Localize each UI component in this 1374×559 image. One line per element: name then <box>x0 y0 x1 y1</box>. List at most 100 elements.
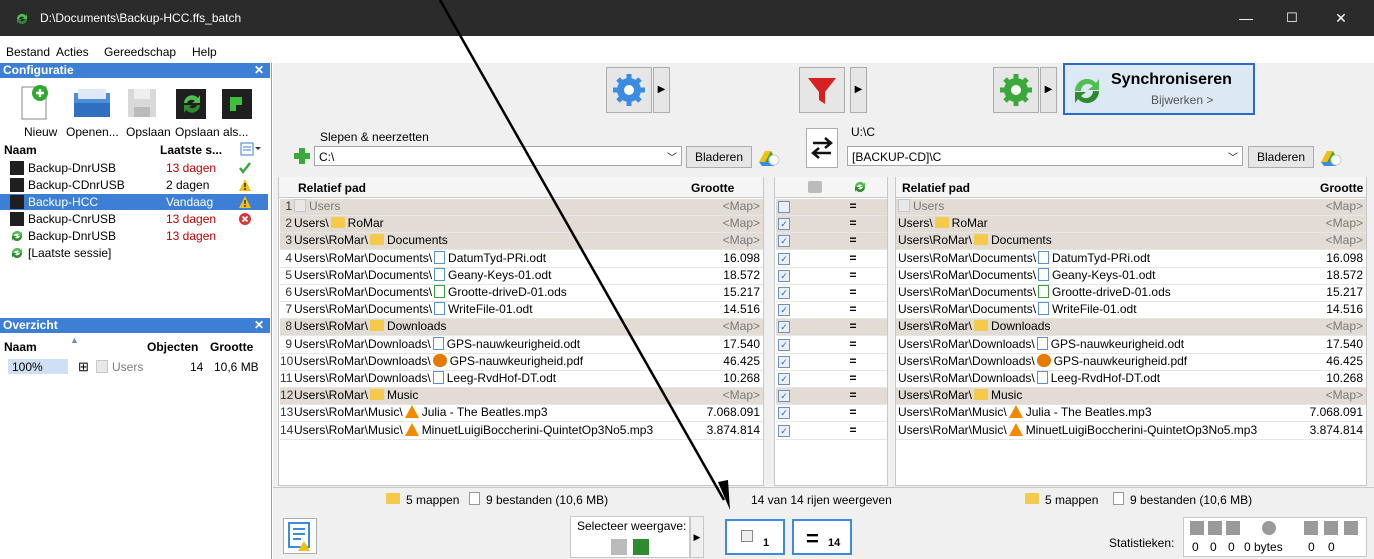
table-row[interactable]: Users\RoMar\Music\ Julia - The Beatles.mp… <box>896 405 1366 423</box>
row-checkbox[interactable]: ✓ <box>778 424 790 437</box>
view-dropdown-button[interactable]: ▶ <box>690 516 704 558</box>
table-row[interactable]: ✓ = <box>776 216 887 234</box>
chevron-down-icon[interactable]: ﹀ <box>1228 149 1238 164</box>
config-row[interactable]: Backup-CDnrUSB 2 dagen <box>0 177 268 193</box>
table-row[interactable]: 10 Users\RoMar\Downloads\ GPS-nauwkeurighe… <box>280 353 763 371</box>
right-cloud-drive-icon[interactable] <box>1318 146 1342 168</box>
left-col-size[interactable]: Grootte <box>691 181 734 195</box>
table-row[interactable]: ✓ = <box>776 354 887 371</box>
row-checkbox[interactable]: ✓ <box>778 407 790 420</box>
open-config-button[interactable] <box>70 83 116 123</box>
swap-sides-button[interactable] <box>806 128 838 168</box>
config-col-last-sync[interactable]: Laatste s... <box>160 143 222 157</box>
row-checkbox[interactable]: ✓ <box>778 373 790 385</box>
config-row[interactable]: Backup-DnrUSB 13 dagen <box>0 228 268 244</box>
table-row[interactable]: 6 Users\RoMar\Documents\ Grootte-driveD-01… <box>280 285 763 302</box>
right-col-size[interactable]: Grootte <box>1320 181 1363 195</box>
config-row-selected[interactable]: Backup-HCC Vandaag <box>0 194 268 210</box>
table-row[interactable]: ✓ = <box>776 337 887 354</box>
table-row[interactable]: Users\RoMar\Downloads\ GPS-nauwkeurigheid… <box>896 336 1366 354</box>
table-row[interactable]: ✓ = <box>776 319 887 337</box>
save-config-button[interactable] <box>122 83 168 123</box>
right-folder-input[interactable]: [BACKUP-CD]\C ﹀ <box>847 146 1243 166</box>
table-row[interactable]: Users <Map> <box>896 199 1366 216</box>
table-row[interactable]: ✓ = <box>776 423 887 440</box>
table-row[interactable]: 11 Users\RoMar\Downloads\ Leeg-RvdHof-DT.o… <box>280 371 763 388</box>
menu-help[interactable]: Help <box>192 45 217 59</box>
minimize-button[interactable]: — <box>1223 0 1269 36</box>
table-row[interactable]: 3 Users\RoMar\ Documents <Map> <box>280 233 763 251</box>
table-row[interactable]: 4 Users\RoMar\Documents\ DatumTyd-PRi.odt 1… <box>280 250 763 268</box>
table-row[interactable]: ✓ = <box>776 405 887 423</box>
sync-view-icon[interactable] <box>633 539 649 555</box>
row-checkbox[interactable]: ✓ <box>778 338 790 351</box>
table-row[interactable]: Users\RoMar\Documents\ Grootte-driveD-01.… <box>896 285 1366 302</box>
row-checkbox[interactable]: ✓ <box>778 355 790 368</box>
table-row[interactable]: 9 Users\RoMar\Downloads\ GPS-nauwkeurighei… <box>280 336 763 354</box>
filter-equal-exclude-button[interactable]: 1 <box>725 519 785 555</box>
table-row[interactable]: ✓ = <box>776 268 887 285</box>
left-col-path[interactable]: Relatief pad <box>298 181 366 195</box>
row-checkbox[interactable]: ✓ <box>778 321 790 334</box>
table-row[interactable]: ✓ = <box>776 302 887 320</box>
column-options-icon[interactable] <box>240 142 262 159</box>
table-row[interactable]: ✓ = <box>776 233 887 251</box>
synchronize-button[interactable]: Synchroniseren Bijwerken > <box>1063 63 1255 115</box>
table-row[interactable]: 13 Users\RoMar\Music\ Julia - The Beatles.… <box>280 405 763 423</box>
table-row[interactable]: 2 Users\ RoMar <Map> <box>280 216 763 234</box>
config-close-icon[interactable]: ✕ <box>254 63 264 78</box>
row-checkbox[interactable]: ✓ <box>778 235 790 248</box>
table-row[interactable]: 5 Users\RoMar\Documents\ Geany-Keys-01.odt… <box>280 267 763 285</box>
filter-equal-button[interactable]: = 14 <box>792 519 852 555</box>
table-row[interactable]: 14 Users\RoMar\Music\ MinuetLuigiBoccherin… <box>280 422 763 440</box>
config-row[interactable]: Backup-CnrUSB 13 dagen <box>0 211 268 227</box>
table-row[interactable]: Users\RoMar\Documents\ DatumTyd-PRi.odt 16… <box>896 250 1366 268</box>
expand-icon[interactable]: ⊞ <box>78 359 89 375</box>
left-browse-button[interactable]: Bladeren <box>686 146 752 168</box>
row-checkbox[interactable] <box>778 201 790 213</box>
table-row[interactable]: ✓ = <box>776 285 887 302</box>
table-row[interactable]: ✓ = <box>776 388 887 406</box>
sync-settings-button[interactable] <box>993 67 1039 113</box>
right-col-path[interactable]: Relatief pad <box>902 181 970 195</box>
table-row[interactable]: Users\RoMar\Music\ MinuetLuigiBoccherini-… <box>896 422 1366 440</box>
table-row[interactable]: Users\RoMar\ Music <Map> <box>896 388 1366 406</box>
table-row[interactable]: = <box>776 199 887 216</box>
table-row[interactable]: Users\RoMar\Documents\ Geany-Keys-01.odt 1… <box>896 267 1366 285</box>
table-row[interactable]: Users\RoMar\Downloads\ Leeg-RvdHof-DT.odt… <box>896 371 1366 388</box>
left-folder-input[interactable]: C:\ ﹀ <box>314 146 682 166</box>
row-checkbox[interactable]: ✓ <box>778 304 790 317</box>
table-row[interactable]: ✓ = <box>776 371 887 388</box>
row-checkbox[interactable]: ✓ <box>778 269 790 282</box>
config-row[interactable]: Backup-DnrUSB 13 dagen <box>0 160 268 176</box>
table-row[interactable]: ✓ = <box>776 251 887 268</box>
filter-dropdown-button[interactable]: ▶ <box>850 67 867 113</box>
save-as-batch-button[interactable] <box>172 83 218 123</box>
new-config-button[interactable] <box>14 83 60 123</box>
menu-gereedschap[interactable]: Gereedschap <box>104 45 176 59</box>
table-row[interactable]: 1 Users <Map> <box>280 199 763 216</box>
camera-view-icon[interactable] <box>611 539 627 555</box>
overview-row[interactable]: 100% ⊞ Users 14 10,6 MB <box>0 359 270 375</box>
table-row[interactable]: Users\RoMar\Documents\ WriteFile-01.odt 14… <box>896 302 1366 320</box>
row-checkbox[interactable]: ✓ <box>778 287 790 299</box>
add-folder-pair-icon[interactable] <box>293 147 311 165</box>
config-col-name[interactable]: Naam <box>4 143 37 157</box>
sync-dropdown-button[interactable]: ▶ <box>1040 67 1057 113</box>
camera-icon[interactable] <box>808 181 822 193</box>
chevron-down-icon[interactable]: ﹀ <box>667 149 677 164</box>
save-as-config-button[interactable] <box>218 83 264 123</box>
menu-acties[interactable]: Acties <box>56 45 89 59</box>
table-row[interactable]: Users\RoMar\Downloads\ GPS-nauwkeurigheid… <box>896 353 1366 371</box>
row-checkbox[interactable]: ✓ <box>778 218 790 231</box>
overview-close-icon[interactable]: ✕ <box>254 318 264 333</box>
overview-col-name[interactable]: Naam <box>4 340 37 354</box>
table-row[interactable]: Users\RoMar\ Downloads <Map> <box>896 319 1366 337</box>
compare-dropdown-button[interactable]: ▶ <box>653 67 670 113</box>
table-row[interactable]: Users\ RoMar <Map> <box>896 216 1366 234</box>
overview-col-size[interactable]: Grootte <box>210 340 253 354</box>
menu-bestand[interactable]: Bestand <box>6 45 50 59</box>
left-cloud-drive-icon[interactable] <box>756 146 780 168</box>
filter-button[interactable] <box>799 67 845 113</box>
table-row[interactable]: 12 Users\RoMar\ Music <Map> <box>280 388 763 406</box>
